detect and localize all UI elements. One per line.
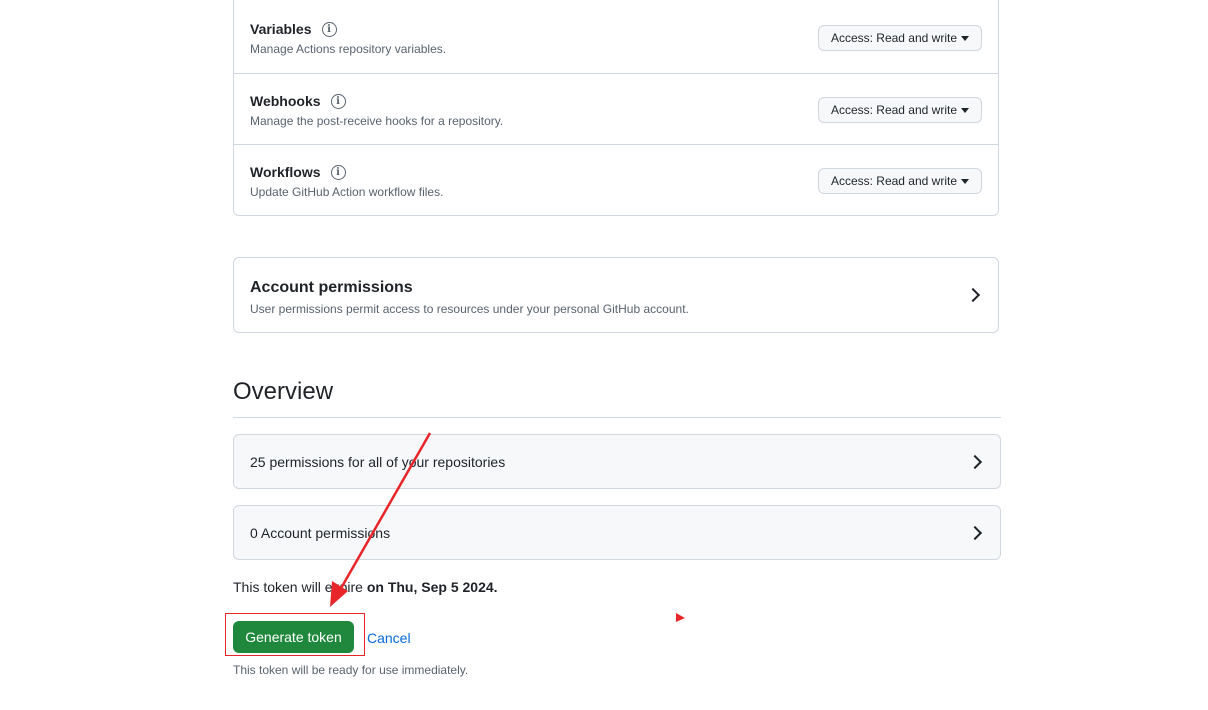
annotation-arrow-head <box>330 581 348 607</box>
annotation-arrow <box>330 432 685 622</box>
annotation-marker <box>676 613 685 622</box>
annotation-arrow-line <box>338 432 432 591</box>
